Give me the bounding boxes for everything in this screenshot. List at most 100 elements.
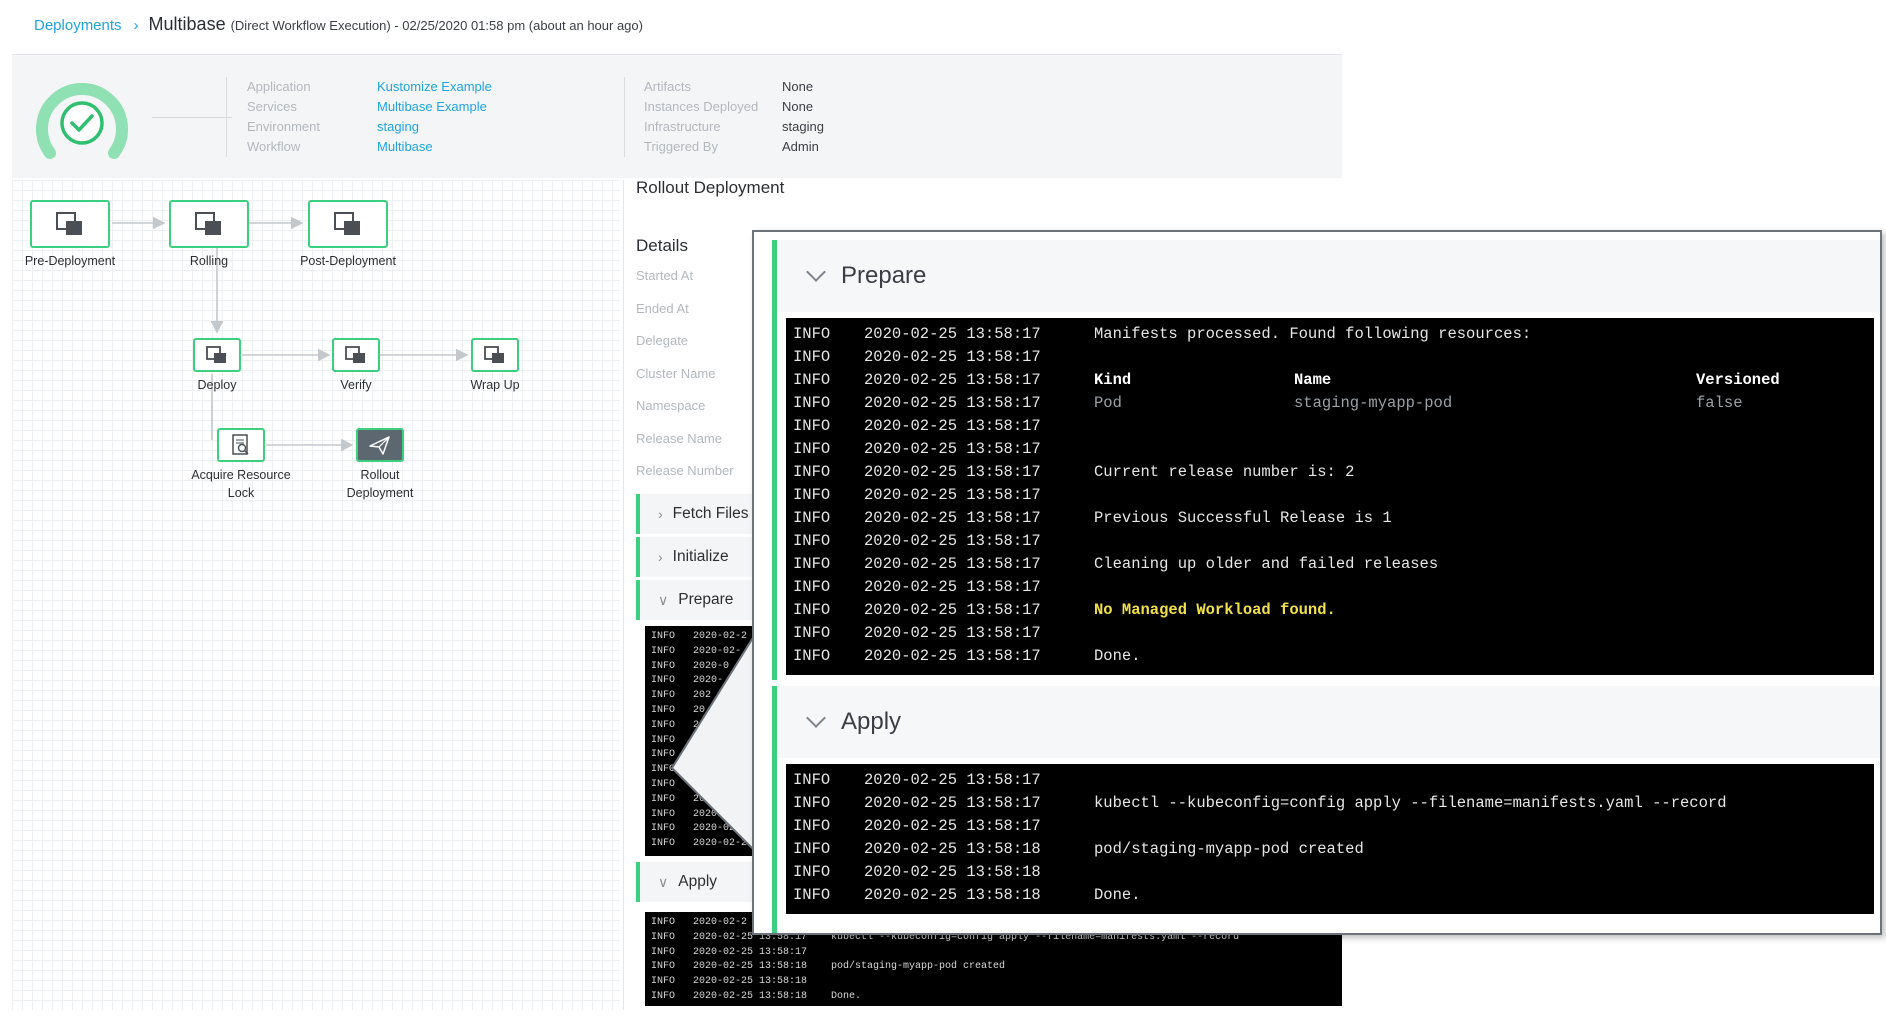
workflow-canvas[interactable]: Pre-Deployment Rolling Post-Deployment D…: [12, 180, 620, 1010]
log-row: INFO 2020-02-25 13:58:17: [786, 576, 1874, 599]
log-timestamp: 2020-02-25 13:58:17: [864, 463, 1041, 481]
step-squares-icon: [195, 212, 221, 235]
log-line: INFO 2020-02-2: [651, 838, 748, 850]
log-row: INFO 2020-02-25 13:58:18 pod/staging-myapp…: [786, 838, 1874, 861]
log-level: INFO: [793, 417, 831, 435]
log-timestamp: 2020-02-25 13:58:17: [864, 601, 1041, 619]
log-level: INFO: [793, 624, 831, 642]
summary-key: Workflow: [247, 139, 301, 154]
deployment-summary: Application Kustomize Example Services M…: [12, 54, 1342, 178]
summary-value: None: [782, 99, 814, 114]
details-field-label: Release Name: [636, 430, 722, 446]
log-line: INFO 2: [651, 778, 700, 790]
log-line: INFO 2020-02-25 13:58:17: [651, 946, 808, 958]
details-field-label: Started At: [636, 268, 694, 283]
log-line: INFO 2: [651, 719, 700, 731]
log-timestamp: 2020-02-25 13:58:17: [864, 394, 1041, 412]
zoom-section-apply[interactable]: Apply: [777, 686, 1880, 758]
log-line: INFO 2020-02-25 13:58:18 pod/staging-mya…: [651, 961, 1006, 973]
log-message: pod/staging-myapp-pod created: [1094, 840, 1364, 858]
breadcrumb: Deployments › Multibase (Direct Workflow…: [34, 14, 643, 36]
details-field-label: Release Number: [636, 463, 734, 478]
workflow-node-acquire-resource-lock[interactable]: [217, 428, 265, 462]
details-fields: Started At Ended At Delegate Cluster Nam…: [636, 268, 734, 496]
log-timestamp: 2020-02-25 13:58:17: [864, 817, 1041, 835]
summary-key: Application: [247, 79, 311, 94]
log-line: INFO: [651, 734, 676, 746]
workflow-node-verify[interactable]: [332, 338, 380, 372]
breadcrumb-deployments-link[interactable]: Deployments: [34, 17, 122, 34]
node-label: Verify: [340, 378, 372, 392]
log-level: INFO: [793, 463, 831, 481]
summary-value: Admin: [782, 139, 819, 154]
page-title: Multibase: [148, 14, 226, 34]
log-level: INFO: [793, 601, 831, 619]
step-squares-icon: [484, 346, 504, 363]
node-label: Pre-Deployment: [24, 254, 116, 268]
log-level: INFO: [793, 555, 831, 573]
log-timestamp: 2020-02-25 13:58:18: [864, 863, 1041, 881]
log-timestamp: 2020-02-25 13:58:18: [864, 886, 1041, 904]
log-line: INFO 20: [651, 704, 706, 716]
log-timestamp: 2020-02-25 13:58:17: [864, 647, 1041, 665]
workflow-connectors: [112, 216, 469, 452]
log-timestamp: 2020-02-25 13:58:17: [864, 624, 1041, 642]
log-line: INFO 2020-02-2: [651, 823, 748, 835]
log-cell: Pod: [1094, 394, 1122, 412]
workflow-link[interactable]: Multibase: [377, 137, 517, 157]
workflow-node-deploy[interactable]: [193, 338, 241, 372]
log-message: Done.: [1094, 886, 1141, 904]
log-level: INFO: [793, 771, 831, 789]
step-squares-icon: [206, 346, 226, 363]
log-row: INFO 2020-02-25 13:58:17 Kind Name Versioned: [786, 369, 1874, 392]
services-link[interactable]: Multibase Example: [377, 97, 517, 117]
log-level: INFO: [793, 886, 831, 904]
mini-prepare-log: INFO 2020-02-2 INFO 2020-02- INFO 2020-0 IN…: [645, 626, 755, 856]
details-heading: Details: [636, 236, 688, 255]
log-timestamp: 2020-02-25 13:58:17: [864, 348, 1041, 366]
summary-left-grid: Application Kustomize Example Services M…: [247, 77, 517, 157]
details-field-label: Delegate: [636, 333, 689, 348]
summary-key: Artifacts: [644, 79, 691, 94]
log-line: INFO 2020-02-: [651, 808, 742, 820]
log-timestamp: 2020-02-25 13:58:17: [864, 325, 1041, 343]
zoom-section-prepare[interactable]: Prepare: [777, 240, 1880, 312]
application-link[interactable]: Kustomize Example: [377, 77, 517, 97]
log-message: Previous Successful Release is 1: [1094, 509, 1392, 527]
workflow-node-pre-deployment[interactable]: [30, 200, 110, 248]
log-level: INFO: [793, 840, 831, 858]
summary-divider: [624, 77, 625, 157]
log-timestamp: 2020-02-25 13:58:17: [864, 486, 1041, 504]
details-panel-title: Rollout Deployment: [636, 178, 785, 197]
chevron-down-icon: ∨: [658, 591, 669, 608]
chevron-down-icon: ∨: [658, 873, 669, 890]
workflow-node-post-deployment[interactable]: [308, 200, 388, 248]
workflow-node-rolling[interactable]: [169, 200, 249, 248]
summary-key: Services: [247, 99, 297, 114]
log-row: INFO 2020-02-25 13:58:17 kubectl --kubecon…: [786, 792, 1874, 815]
log-row: INFO 2020-02-25 13:58:17: [786, 622, 1874, 645]
workflow-node-wrap-up[interactable]: [471, 338, 519, 372]
log-timestamp: 2020-02-25 13:58:17: [864, 794, 1041, 812]
log-row: INFO 2020-02-25 13:58:17: [786, 769, 1874, 792]
log-line: INFO 2020-02-25 13:58:18 Done.: [651, 990, 862, 1002]
log-timestamp: 2020-02-25 13:58:17: [864, 440, 1041, 458]
log-line: INFO 2020-02-25 13:58:18: [651, 976, 808, 988]
log-timestamp: 2020-02-25 13:58:17: [864, 578, 1041, 596]
workflow-node-rollout-deployment[interactable]: [356, 428, 404, 462]
log-message: Done.: [1094, 647, 1141, 665]
summary-key: Triggered By: [644, 139, 718, 154]
log-level: INFO: [793, 348, 831, 366]
log-row: INFO 2020-02-25 13:58:17 Previous Successf…: [786, 507, 1874, 530]
summary-key: Infrastructure: [644, 119, 721, 134]
apply-log: INFO 2020-02-25 13:58:17 INFO 2020-02-25 1…: [786, 764, 1874, 914]
log-row: INFO 2020-02-25 13:58:17 Current release n…: [786, 461, 1874, 484]
log-timestamp: 2020-02-25 13:58:17: [864, 555, 1041, 573]
environment-link[interactable]: staging: [377, 117, 517, 137]
log-message: Manifests processed. Found following res…: [1094, 325, 1532, 343]
log-row: INFO 2020-02-25 13:58:17 Cleaning up older…: [786, 553, 1874, 576]
node-label: Rolling: [189, 254, 229, 268]
log-timestamp: 2020-02-25 13:58:17: [864, 371, 1041, 389]
summary-value: None: [782, 79, 814, 94]
node-label: Post-Deployment: [300, 254, 396, 268]
